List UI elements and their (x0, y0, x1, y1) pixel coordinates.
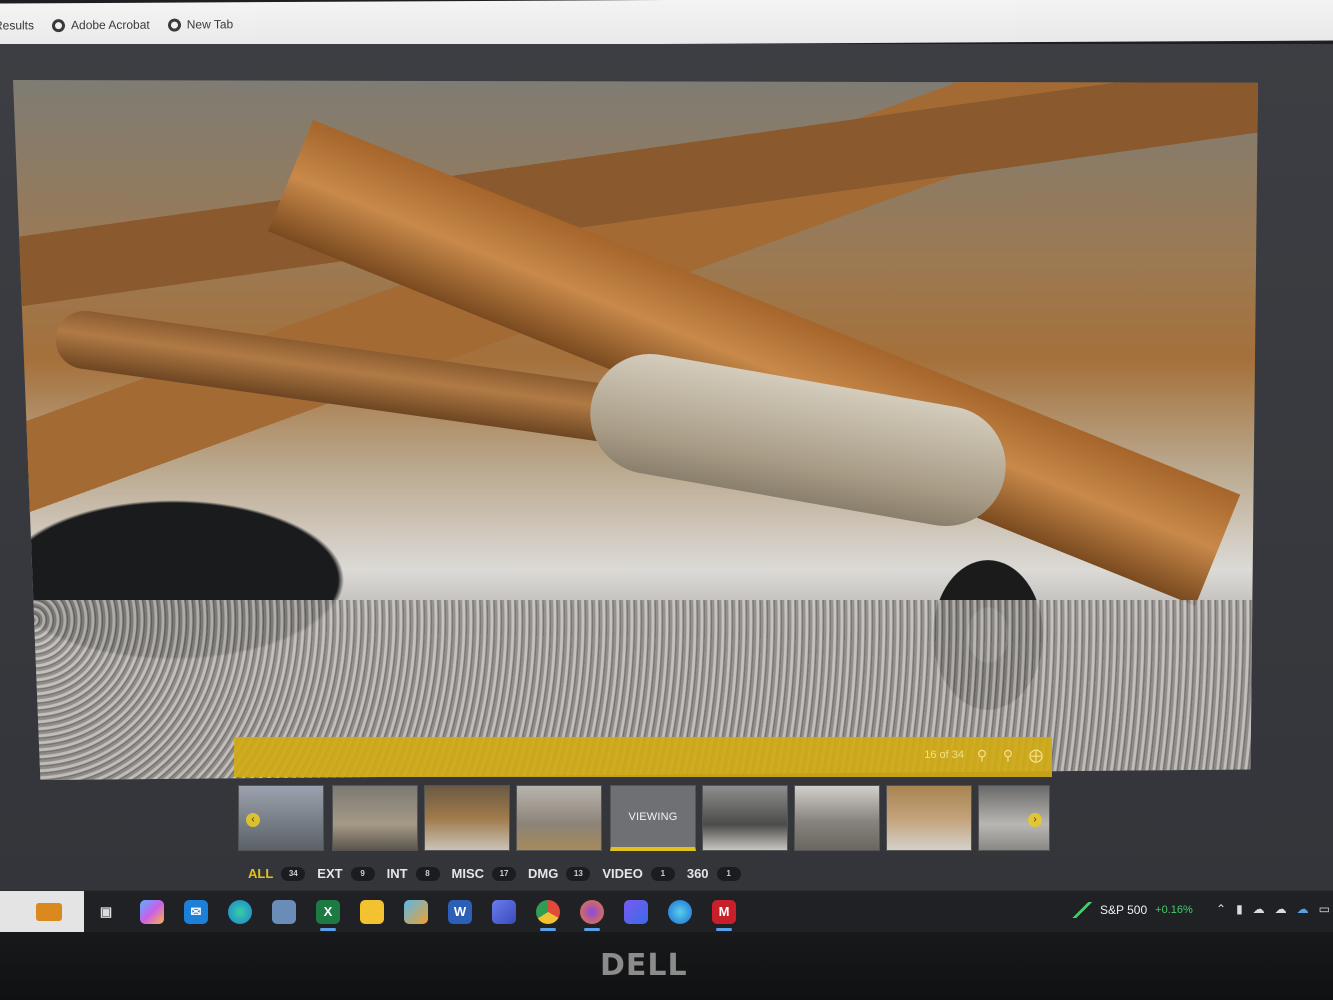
filter-label: DMG (528, 866, 559, 881)
filter-count: 9 (350, 866, 375, 881)
chevron-up-icon[interactable]: ⌃ (1216, 902, 1226, 916)
bookmark-new-tab[interactable]: New Tab (167, 17, 234, 32)
filter-video[interactable]: VIDEO 1 (602, 866, 675, 881)
filter-label: ALL (248, 866, 274, 881)
stock-widget[interactable]: S&P 500 +0.16% (1072, 902, 1193, 918)
viewing-label: VIEWING (628, 810, 678, 823)
cloud-icon[interactable]: ☁ (1253, 902, 1265, 916)
display-icon[interactable]: ▭ (1319, 902, 1330, 916)
thumbnail-strip: ‹ VIEWING › (238, 785, 1050, 855)
app-icon-2[interactable] (624, 900, 648, 924)
filter-label: EXT (317, 866, 343, 881)
bookmark-label: New Tab (186, 17, 234, 32)
thumbnail[interactable] (516, 785, 602, 851)
thumbnail[interactable] (794, 785, 880, 851)
stock-change: +0.16% (1155, 904, 1193, 916)
mcafee-icon[interactable]: M (712, 900, 736, 931)
filter-all[interactable]: ALL 34 (248, 866, 306, 881)
filter-int[interactable]: INT 8 (387, 866, 440, 881)
edge-beta-icon[interactable] (668, 900, 692, 924)
bookmark-adobe-acrobat[interactable]: Adobe Acrobat (52, 18, 150, 33)
filter-count: 1 (716, 866, 741, 881)
thumbnail[interactable] (424, 785, 510, 851)
copilot-icon[interactable] (140, 900, 164, 924)
thumbnail[interactable] (332, 785, 418, 851)
filter-ext[interactable]: EXT 9 (317, 866, 375, 881)
paint-icon[interactable] (404, 900, 428, 924)
cloud-icon-2[interactable]: ☁ (1275, 902, 1287, 916)
chevron-left-icon[interactable]: ‹ (246, 813, 260, 827)
globe-icon (167, 18, 181, 32)
filter-label: 360 (686, 866, 709, 881)
dell-logo: DELL (600, 948, 688, 983)
firefox-icon[interactable] (580, 900, 604, 931)
filter-count: 17 (492, 866, 517, 881)
fullscreen-icon[interactable]: ⨁ (1028, 747, 1044, 763)
filter-label: INT (386, 866, 408, 881)
zoom-out-icon[interactable]: ⚲ (1000, 747, 1016, 763)
bookmark-results[interactable]: Results (0, 18, 34, 32)
bookmarks-bar: Results Adobe Acrobat New Tab (0, 0, 1333, 48)
windows-taskbar: ▣ ✉ X W M S&P 500 +0.16% ⌃ ▮ ☁ ☁ ☁ ▭ (0, 890, 1333, 933)
thumbnail[interactable] (702, 785, 788, 851)
file-explorer-icon[interactable] (360, 900, 384, 924)
photo-counter: 16 of 34 (924, 749, 964, 761)
remote-desktop-icon[interactable] (272, 900, 296, 924)
onedrive-icon[interactable]: ☁ (1297, 902, 1309, 916)
taskbar-pinned-app[interactable] (0, 891, 84, 933)
chrome-icon[interactable] (536, 900, 560, 931)
filter-count: 1 (650, 866, 675, 881)
zoom-in-icon[interactable]: ⚲ (974, 747, 990, 763)
battery-icon[interactable]: ▮ (1236, 902, 1243, 916)
system-tray: ⌃ ▮ ☁ ☁ ☁ ▭ (1216, 902, 1330, 916)
filter-360[interactable]: 360 1 (687, 866, 741, 881)
filter-label: VIDEO (602, 866, 643, 881)
globe-icon (52, 18, 66, 32)
word-icon[interactable]: W (448, 900, 472, 924)
filter-count: 8 (415, 866, 440, 881)
filter-count: 13 (566, 866, 591, 881)
briefcase-icon (36, 903, 62, 921)
mail-icon[interactable]: ✉ (184, 900, 208, 924)
photo-info-bar: 16 of 34 ⚲ ⚲ ⨁ (234, 737, 1052, 777)
main-vehicle-photo[interactable] (13, 80, 1258, 780)
bookmark-label: Adobe Acrobat (71, 17, 150, 33)
filter-label: MISC (451, 866, 485, 881)
filter-dmg[interactable]: DMG 13 (528, 866, 591, 881)
edge-icon[interactable] (228, 900, 252, 924)
trend-up-icon (1072, 902, 1092, 918)
bookmark-label: Results (0, 18, 35, 33)
stock-name: S&P 500 (1100, 903, 1148, 917)
chevron-right-icon[interactable]: › (1028, 813, 1042, 827)
excel-icon[interactable]: X (316, 900, 340, 931)
task-view-icon[interactable]: ▣ (94, 900, 118, 924)
photo-category-filters: ALL 34 EXT 9 INT 8 MISC 17 DMG 13 VIDEO … (248, 866, 741, 881)
filter-misc[interactable]: MISC 17 (452, 866, 517, 881)
thumbnail[interactable] (886, 785, 972, 851)
filter-count: 34 (281, 866, 306, 881)
app-icon[interactable] (492, 900, 516, 924)
thumbnail-current[interactable]: VIEWING (610, 785, 696, 851)
